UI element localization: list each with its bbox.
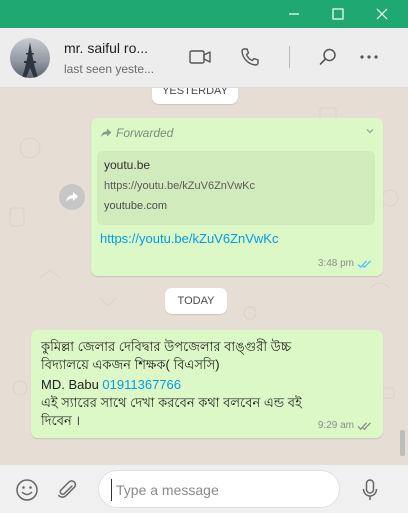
message-text-line: MD. Babu 01911367766 [41,376,181,394]
forward-share-button[interactable] [59,184,85,210]
more-options-button[interactable] [356,44,382,70]
chat-bottom-strip [0,456,408,465]
microphone-icon [362,479,378,500]
message-text-line: কুমিল্লা জেলার দেবিদ্বার উপজেলার বাঙ্গুর… [41,339,292,354]
contact-name-text: MD. Babu [41,377,103,392]
attach-button[interactable] [54,477,80,503]
window-titlebar [0,0,408,28]
message-compose-box[interactable] [98,470,340,508]
double-check-icon [357,259,371,268]
more-icon [360,55,378,59]
maximize-button[interactable] [316,0,360,28]
eiffel-tower-photo [22,42,38,78]
date-separator-yesterday: YESTERDAY [152,88,238,104]
message-bubble-outgoing[interactable]: কুমিল্লা জেলার দেবিদ্বার উপজেলার বাঙ্গুর… [31,330,383,438]
close-icon [376,8,388,20]
emoji-button[interactable] [14,477,40,503]
voice-call-button[interactable] [237,44,263,70]
header-divider [289,46,290,68]
message-text-line: দিবেন । [41,413,81,428]
forwarded-label: Forwarded [116,126,174,140]
paperclip-icon [58,480,77,498]
phone-number-link[interactable]: 01911367766 [102,377,181,392]
minimize-icon [289,13,299,15]
date-separator-today: TODAY [165,288,227,314]
link-preview-domain: youtu.be [104,158,151,172]
message-link[interactable]: https://youtu.be/kZuV6ZnVwKc [100,231,278,246]
video-camera-icon [189,50,211,64]
link-preview-url: https://youtu.be/kZuV6ZnVwKc [104,180,256,192]
chevron-down-icon[interactable] [365,126,375,136]
message-text-line: এই স্যারের সাথে দেখা করবেন কথা বলবেন এন্… [41,395,302,410]
message-input[interactable] [111,479,331,501]
contact-name[interactable]: mr. saiful ro... [64,40,148,56]
voice-message-button[interactable] [357,477,383,503]
contact-avatar[interactable] [10,38,50,78]
forwarded-arrow-icon [101,128,112,138]
message-timestamp: 3:48 pm [318,258,373,269]
chat-header: mr. saiful ro... last seen yeste... [0,28,408,88]
chat-scrollbar[interactable] [400,430,405,456]
emoji-icon [16,479,38,501]
search-button[interactable] [315,44,341,70]
last-seen-status: last seen yeste... [64,62,155,76]
maximize-icon [332,8,344,20]
minimize-button[interactable] [272,0,316,28]
message-text-line: বিদ্যালয়ে একজন শিক্ষক( বিএসসি) [41,357,220,372]
message-timestamp: 9:29 am [318,420,373,431]
link-preview-site: youtube.com [104,200,167,212]
search-icon [319,48,336,65]
message-time: 3:48 pm [317,258,354,269]
message-time: 9:29 am [317,420,354,431]
phone-icon [241,48,259,66]
link-preview-card[interactable]: youtu.be https://youtu.be/kZuV6ZnVwKc yo… [97,151,375,225]
conversation-panel[interactable]: YESTERDAY Forwarded youtu.be https://you… [0,88,408,456]
share-arrow-icon [66,192,78,202]
double-check-icon [357,421,371,430]
video-call-button[interactable] [187,44,213,70]
composer-bar [0,465,408,513]
close-button[interactable] [360,0,404,28]
message-bubble-outgoing[interactable]: Forwarded youtu.be https://youtu.be/kZuV… [91,118,383,276]
forwarded-label-row: Forwarded [100,126,173,140]
